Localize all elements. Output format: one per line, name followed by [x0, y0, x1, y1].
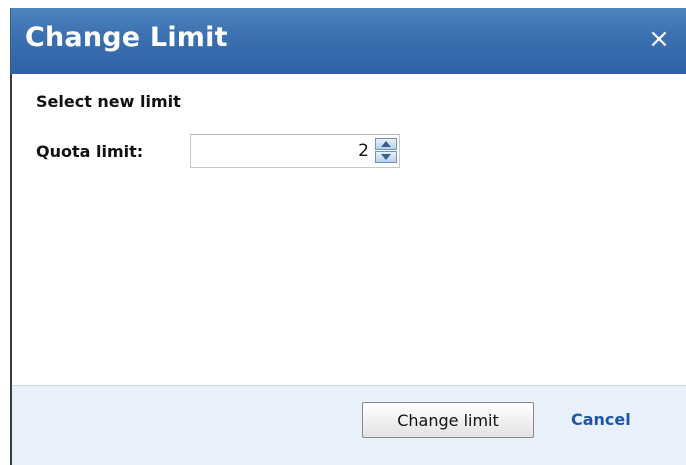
quota-limit-input[interactable] [193, 137, 369, 165]
section-label: Select new limit [36, 92, 181, 111]
dialog-footer: Change limit Cancel [12, 385, 686, 465]
cancel-link[interactable]: Cancel [571, 410, 631, 429]
spinner-up-icon[interactable] [375, 138, 397, 150]
quota-limit-spinner[interactable] [190, 134, 400, 168]
spinner-down-icon[interactable] [375, 151, 397, 163]
spinner-buttons [375, 138, 397, 164]
change-limit-dialog: Change Limit × Select new limit Quota li… [0, 0, 686, 465]
close-icon[interactable]: × [644, 22, 674, 56]
quota-limit-label: Quota limit: [36, 142, 144, 161]
dialog-body: Select new limit Quota limit: Change lim… [10, 74, 686, 465]
change-limit-button[interactable]: Change limit [362, 402, 534, 438]
dialog-title: Change Limit [25, 22, 228, 53]
dialog-titlebar: Change Limit × [10, 8, 686, 74]
